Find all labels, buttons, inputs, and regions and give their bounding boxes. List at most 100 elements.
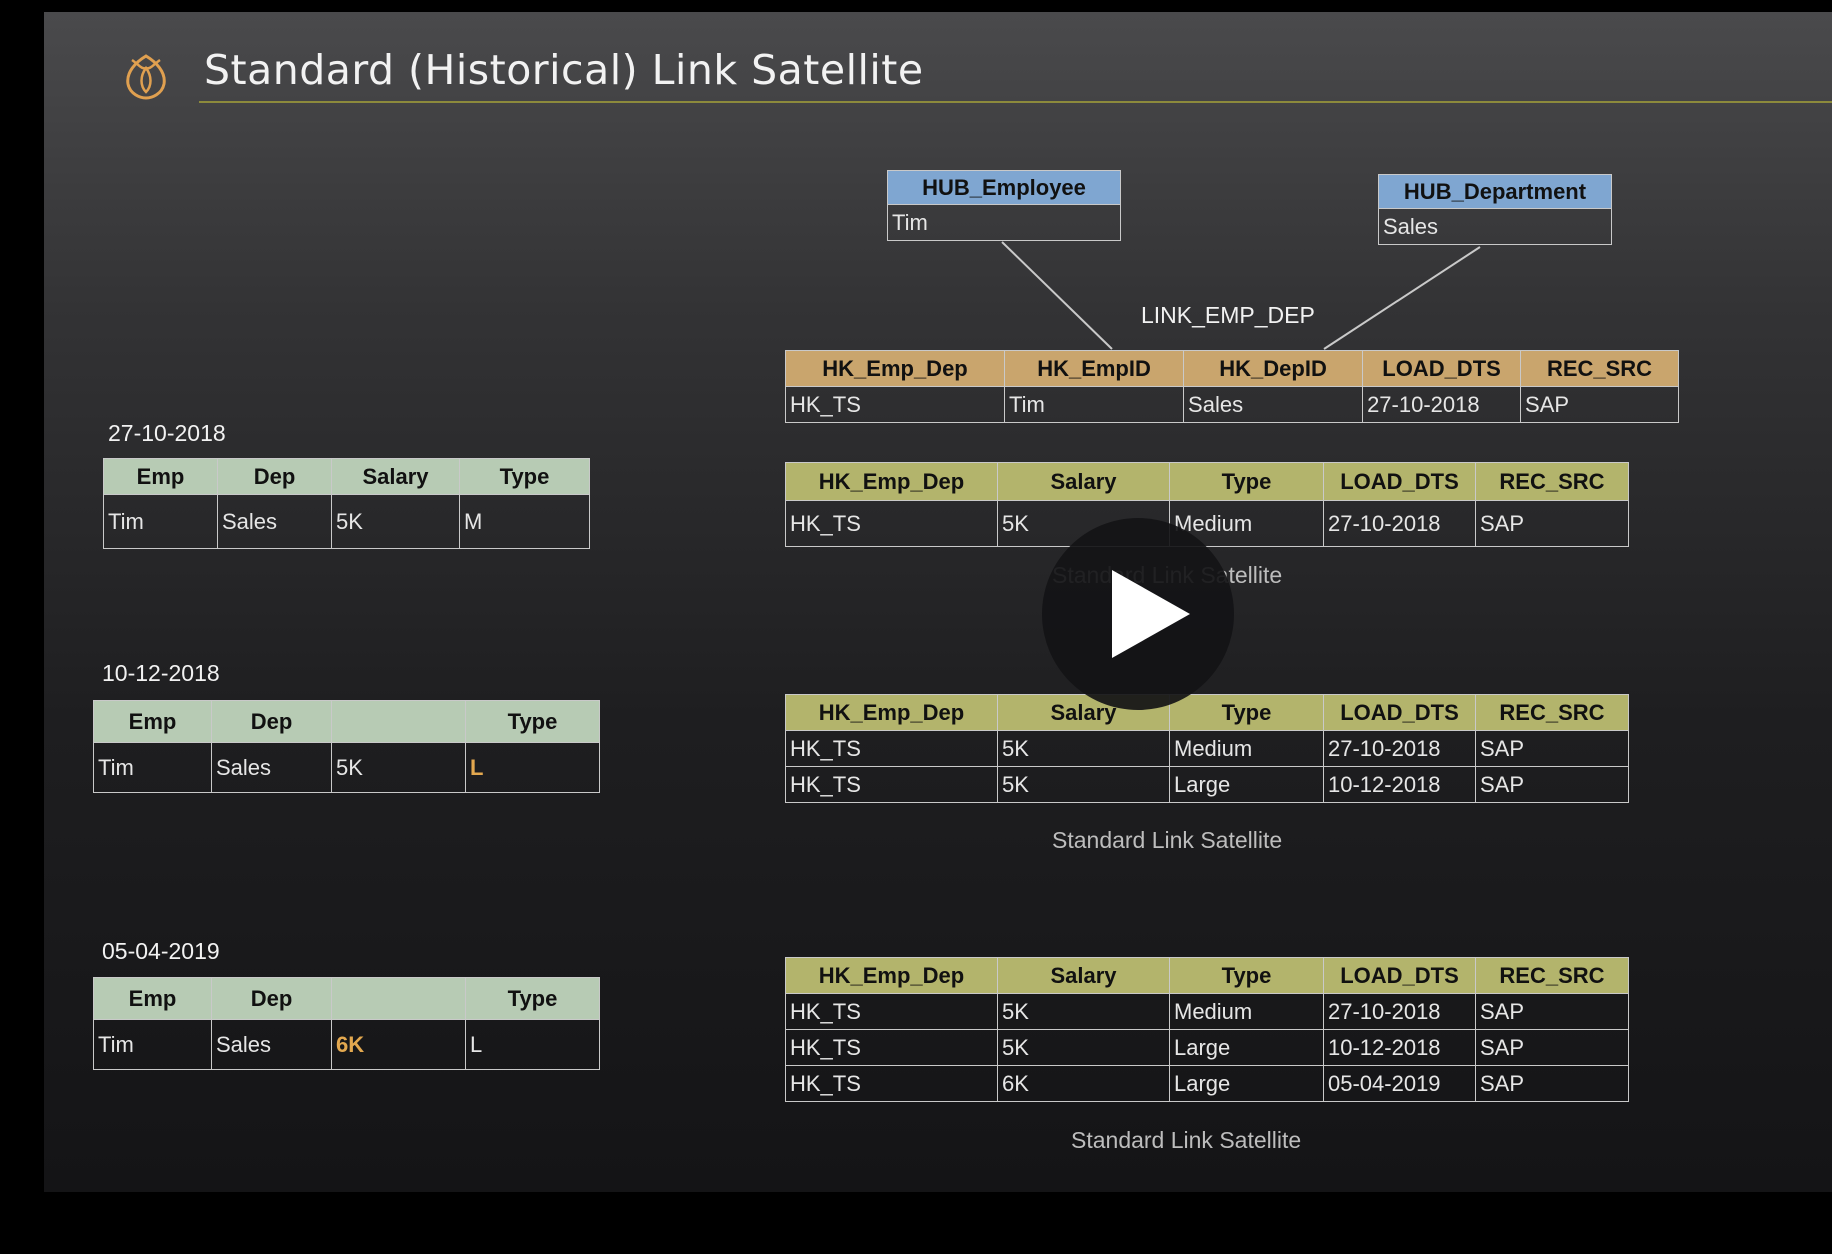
- satellite-cell: 5K: [997, 993, 1170, 1030]
- satellite-cell: 5K: [997, 1029, 1170, 1066]
- satellite-col: LOAD_DTS: [1323, 957, 1476, 994]
- source-cell: M: [459, 494, 590, 549]
- satellite-caption: Standard Link Satellite: [1071, 1127, 1302, 1153]
- satellite-cell: 27-10-2018: [1323, 730, 1476, 767]
- satellite-cell: 10-12-2018: [1323, 766, 1476, 803]
- source-cell: Sales: [211, 1019, 332, 1070]
- satellite-cell: SAP: [1475, 1029, 1629, 1066]
- link-cell: SAP: [1520, 386, 1679, 423]
- source-cell: Sales: [211, 742, 332, 793]
- satellite-cell: HK_TS: [785, 993, 998, 1030]
- satellite-table: HK_Emp_Dep Salary Type LOAD_DTS REC_SRC …: [785, 957, 1629, 1102]
- satellite-col: LOAD_DTS: [1323, 462, 1476, 501]
- source-cell: Tim: [93, 1019, 212, 1070]
- hub-employee-header: HUB_Employee: [887, 170, 1121, 205]
- satellite-cell: SAP: [1475, 993, 1629, 1030]
- source-col: Dep: [211, 977, 332, 1020]
- link-col-load-dts: LOAD_DTS: [1362, 350, 1522, 387]
- source-cell: L: [465, 1019, 600, 1070]
- hub-department-header: HUB_Department: [1378, 174, 1612, 209]
- satellite-cell: HK_TS: [785, 1029, 998, 1066]
- source-col: Salary: [331, 458, 460, 495]
- satellite-col: Type: [1169, 957, 1324, 994]
- satellite-col: HK_Emp_Dep: [785, 957, 998, 994]
- satellite-caption: Standard Link Satellite: [1052, 827, 1283, 853]
- satellite-col: Salary: [997, 957, 1170, 994]
- satellite-cell: 6K: [997, 1065, 1170, 1102]
- satellite-table: HK_Emp_Dep Salary Type LOAD_DTS REC_SRC …: [785, 694, 1629, 803]
- source-cell: Sales: [217, 494, 332, 549]
- satellite-cell: Medium: [1169, 993, 1324, 1030]
- satellite-cell: SAP: [1475, 1065, 1629, 1102]
- satellite-cell: 10-12-2018: [1323, 1029, 1476, 1066]
- source-date: 27-10-2018: [108, 420, 226, 446]
- source-col: Type: [465, 977, 600, 1020]
- satellite-cell: HK_TS: [785, 1065, 998, 1102]
- table-row: HK_TS 6K Large 05-04-2019 SAP: [785, 1065, 1629, 1102]
- hub-department-table: HUB_Department Sales: [1378, 174, 1612, 245]
- satellite-cell: Medium: [1169, 730, 1324, 767]
- source-table: Emp Dep Salary Type Tim Sales 5K M: [103, 458, 590, 549]
- hub-department-connector: [1323, 246, 1481, 350]
- hub-employee-connector: [1001, 241, 1113, 350]
- table-row: HK_TS 5K Medium 27-10-2018 SAP: [785, 730, 1629, 767]
- satellite-cell: 05-04-2019: [1323, 1065, 1476, 1102]
- satellite-cell: SAP: [1475, 500, 1629, 547]
- hub-employee-table: HUB_Employee Tim: [887, 170, 1121, 241]
- link-cell: HK_TS: [784, 386, 1006, 423]
- link-col-rec-src: REC_SRC: [1520, 350, 1679, 387]
- satellite-cell: 5K: [997, 766, 1170, 803]
- satellite-col: REC_SRC: [1475, 462, 1629, 501]
- link-cell: 27-10-2018: [1362, 386, 1522, 423]
- link-name: LINK_EMP_DEP: [1141, 302, 1315, 328]
- link-cell: Tim: [1004, 386, 1185, 423]
- table-row: HK_TS 5K Large 10-12-2018 SAP: [785, 766, 1629, 803]
- satellite-cell: Large: [1169, 1065, 1324, 1102]
- link-col-hk-depid: HK_DepID: [1183, 350, 1364, 387]
- source-cell: Tim: [103, 494, 218, 549]
- source-col: [331, 977, 466, 1020]
- play-button[interactable]: [1042, 518, 1234, 710]
- link-col-hk-emp-dep: HK_Emp_Dep: [784, 350, 1006, 387]
- table-row: HK_TS 5K Medium 27-10-2018 SAP: [785, 993, 1629, 1030]
- satellite-cell: SAP: [1475, 766, 1629, 803]
- source-date: 10-12-2018: [102, 660, 220, 686]
- source-cell: Tim: [93, 742, 212, 793]
- link-table: HK_Emp_Dep HK_EmpID HK_DepID LOAD_DTS RE…: [784, 350, 1679, 423]
- satellite-cell: HK_TS: [785, 730, 998, 767]
- satellite-cell: 27-10-2018: [1323, 993, 1476, 1030]
- source-col: Dep: [217, 458, 332, 495]
- hub-department-value: Sales: [1378, 208, 1612, 245]
- hub-employee-value: Tim: [887, 204, 1121, 241]
- satellite-cell: 5K: [997, 730, 1170, 767]
- source-cell-changed: 6K: [331, 1019, 466, 1070]
- source-date: 05-04-2019: [102, 938, 220, 964]
- satellite-col: REC_SRC: [1475, 957, 1629, 994]
- source-cell: 5K: [331, 494, 460, 549]
- satellite-cell: HK_TS: [785, 766, 998, 803]
- satellite-col: REC_SRC: [1475, 694, 1629, 731]
- satellite-col: HK_Emp_Dep: [785, 694, 998, 731]
- source-cell-changed: L: [465, 742, 600, 793]
- source-col: [331, 700, 466, 743]
- satellite-col: Type: [1169, 462, 1324, 501]
- source-col: Emp: [93, 700, 212, 743]
- source-table: Emp Dep Type Tim Sales 6K L: [93, 977, 600, 1070]
- play-icon: [1112, 570, 1190, 658]
- slide: Standard (Historical) Link Satellite HUB…: [44, 12, 1832, 1192]
- satellite-col: HK_Emp_Dep: [785, 462, 998, 501]
- satellite-cell: Large: [1169, 766, 1324, 803]
- satellite-cell: HK_TS: [785, 500, 998, 547]
- table-row: HK_TS 5K Large 10-12-2018 SAP: [785, 1029, 1629, 1066]
- source-col: Emp: [93, 977, 212, 1020]
- source-col: Type: [465, 700, 600, 743]
- source-col: Dep: [211, 700, 332, 743]
- satellite-cell: 27-10-2018: [1323, 500, 1476, 547]
- satellite-cell: SAP: [1475, 730, 1629, 767]
- link-cell: Sales: [1183, 386, 1364, 423]
- satellite-cell: Large: [1169, 1029, 1324, 1066]
- satellite-col: Salary: [997, 462, 1170, 501]
- link-col-hk-empid: HK_EmpID: [1004, 350, 1185, 387]
- source-col: Type: [459, 458, 590, 495]
- satellite-col: LOAD_DTS: [1323, 694, 1476, 731]
